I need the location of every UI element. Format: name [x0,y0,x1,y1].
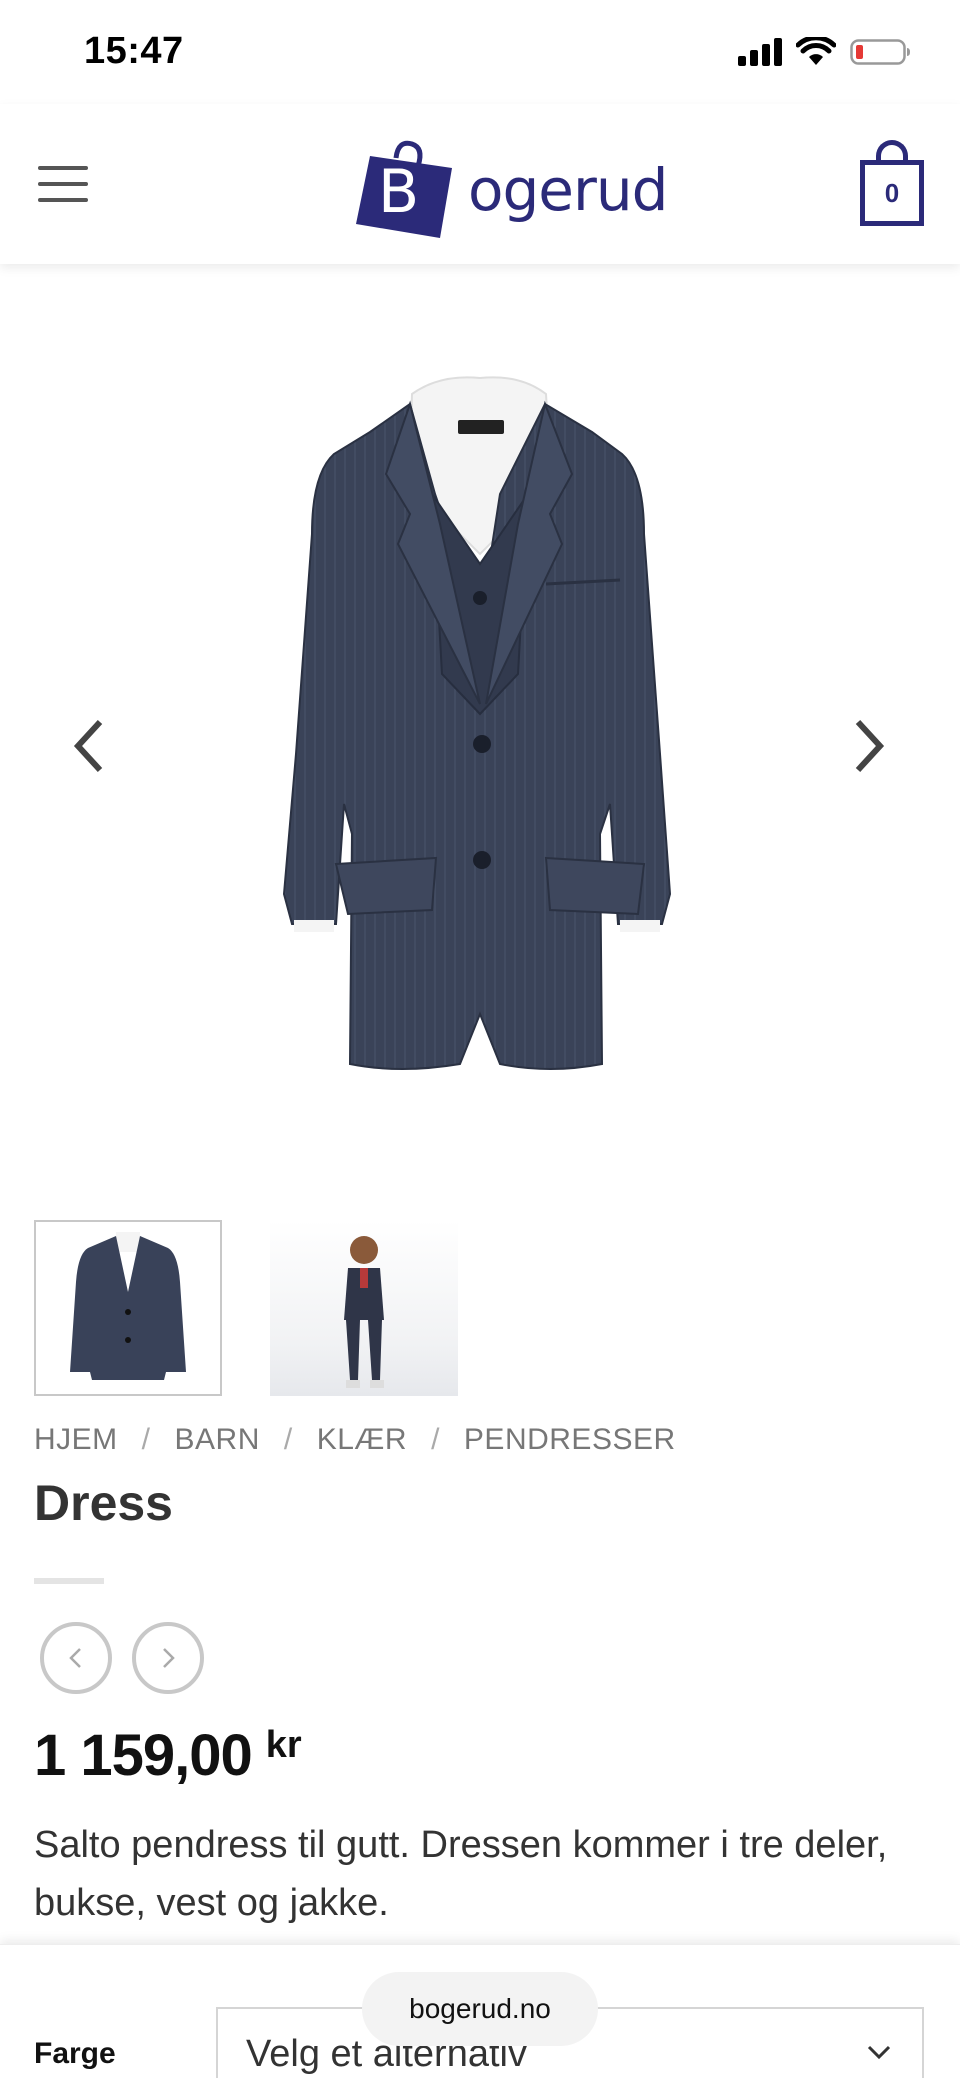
breadcrumb-item-hjem[interactable]: HJEM [34,1423,118,1457]
breadcrumb-item-klaer[interactable]: KLÆR [317,1423,407,1457]
signal-icon [738,38,782,66]
breadcrumb: HJEM / BARN / KLÆR / PENDRESSER [34,1420,676,1460]
logo-letter: B [378,157,419,227]
variant-label: Farge [34,2037,116,2070]
product-title: Dress [34,1475,173,1531]
price-currency: kr [265,1724,302,1766]
breadcrumb-separator: / [431,1423,440,1456]
chevron-left-icon [69,1648,81,1668]
product-description: Salto pendress til gutt. Dressen kommer … [34,1824,888,1924]
gallery-prev-button[interactable] [62,706,118,786]
breadcrumb-separator: / [283,1423,293,1456]
thumbnail-boy-in-suit[interactable] [270,1220,458,1396]
price-value: 1 159,00 [34,1723,253,1788]
gallery-next-button[interactable] [840,706,896,786]
menu-icon[interactable] [38,166,88,202]
site-logo[interactable]: B ogerud [356,120,668,246]
thumbnail-suit-jacket[interactable] [34,1220,222,1396]
wifi-icon [796,37,836,67]
chevron-left-icon [73,719,103,773]
chevron-right-icon [855,719,885,773]
shopping-bag-logo-icon: B [356,140,452,238]
product-nav [40,1622,204,1694]
battery-icon [850,37,912,67]
status-icons [738,34,912,70]
product-price: 1 159,00 kr [34,1722,302,1789]
next-product-button[interactable] [132,1622,204,1694]
thumbnail-strip [34,1220,934,1396]
site-header: B ogerud 0 [0,104,960,264]
breadcrumb-item-barn[interactable]: BARN [175,1423,260,1457]
prev-product-button[interactable] [40,1622,112,1694]
breadcrumb-item-pendresser[interactable]: PENDRESSER [464,1423,676,1457]
title-divider [34,1578,104,1584]
status-bar: 15:47 [0,0,960,104]
chevron-right-icon [163,1648,175,1668]
browser-url-pill[interactable]: bogerud.no [362,1972,598,2046]
cart-count: 0 [860,160,924,226]
chevron-down-icon [867,2045,891,2060]
logo-text: ogerud [468,156,668,224]
cart-button[interactable]: 0 [860,140,924,226]
product-image-suit-jacket[interactable] [200,374,760,1094]
product-gallery [0,264,960,1194]
status-time: 15:47 [84,30,184,72]
breadcrumb-separator: / [141,1423,151,1456]
